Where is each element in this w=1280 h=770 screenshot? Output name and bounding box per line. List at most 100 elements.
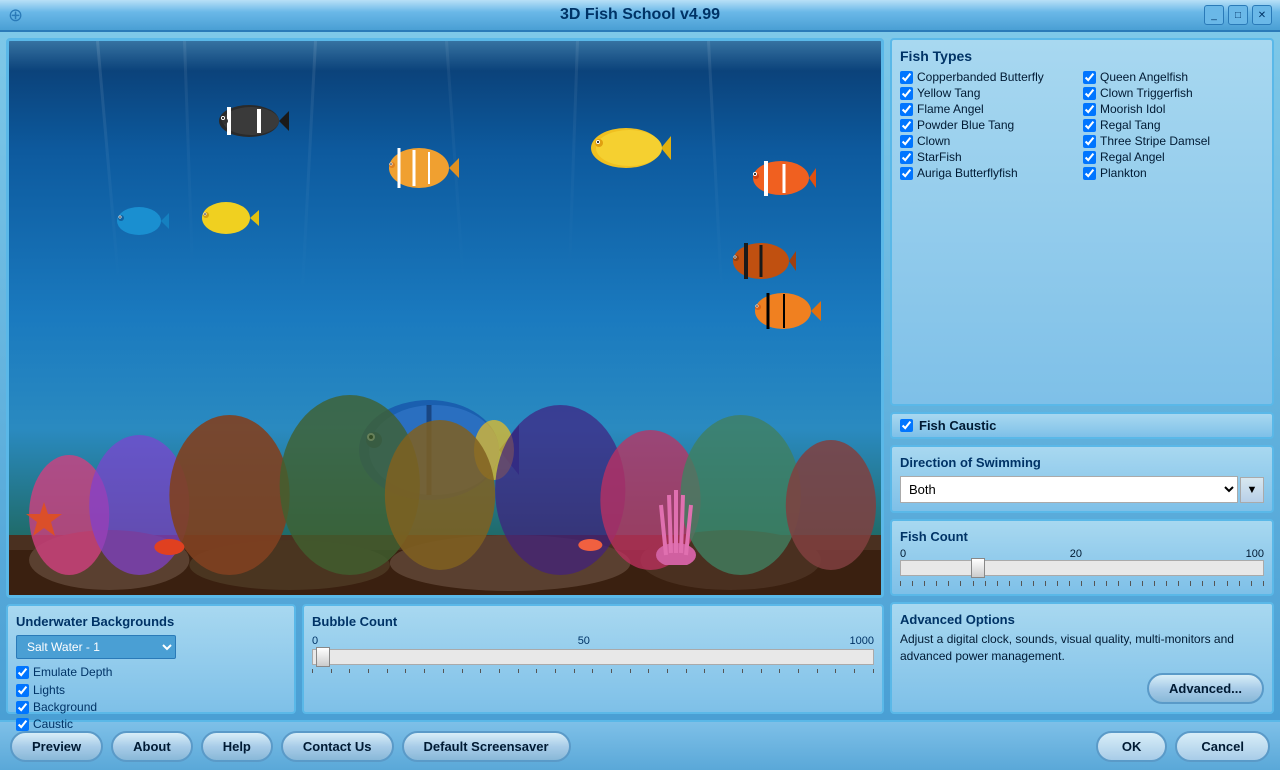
fish-item-starfish: StarFish [900, 150, 1081, 164]
bg-checkboxes: Lights Background Caustic [16, 683, 97, 734]
fish-item-plankton: Plankton [1083, 166, 1264, 180]
fish-flame-checkbox[interactable] [900, 103, 913, 116]
fish-plankton-checkbox[interactable] [1083, 167, 1096, 180]
advanced-btn-container: Advanced... [900, 673, 1264, 704]
right-panel: Fish Types Copperbanded Butterfly Queen … [890, 38, 1274, 714]
fish-item-regal-angel: Regal Angel [1083, 150, 1264, 164]
title-controls[interactable]: _ □ ✕ [1204, 5, 1272, 25]
bubble-count-slider[interactable] [312, 649, 874, 665]
ok-button[interactable]: OK [1096, 731, 1168, 762]
fish-count-title: Fish Count [900, 529, 1264, 544]
anemone [651, 485, 701, 565]
left-content: Underwater Backgrounds Salt Water - 1 Sa… [6, 38, 884, 714]
direction-title: Direction of Swimming [900, 455, 1264, 470]
fish-moorish-label[interactable]: Moorish Idol [1100, 102, 1165, 116]
advanced-description: Adjust a digital clock, sounds, visual q… [900, 631, 1264, 665]
fish-types-title: Fish Types [900, 48, 1264, 64]
background-label[interactable]: Background [33, 700, 97, 714]
backgrounds-dropdown-container: Salt Water - 1 Salt Water - 2 Fresh Wate… [16, 635, 286, 659]
bottom-controls: Underwater Backgrounds Salt Water - 1 Sa… [6, 604, 884, 714]
fish-count-slider[interactable] [900, 560, 1264, 576]
fish-clown-trig-label[interactable]: Clown Triggerfish [1100, 86, 1193, 100]
direction-select[interactable]: Both Left Right [900, 476, 1238, 503]
fish-three-stripe-checkbox[interactable] [1083, 135, 1096, 148]
backgrounds-select[interactable]: Salt Water - 1 Salt Water - 2 Fresh Wate… [16, 635, 176, 659]
fish-item-clown: Clown [900, 134, 1081, 148]
backgrounds-panel: Underwater Backgrounds Salt Water - 1 Sa… [6, 604, 296, 714]
fish-three-stripe-label[interactable]: Three Stripe Damsel [1100, 134, 1210, 148]
maximize-button[interactable]: □ [1228, 5, 1248, 25]
fish-starfish-label[interactable]: StarFish [917, 150, 962, 164]
fish-powder-checkbox[interactable] [900, 119, 913, 132]
fish-mid-right [746, 286, 821, 336]
fish-caustic-label[interactable]: Fish Caustic [919, 418, 996, 433]
aquarium-view [6, 38, 884, 598]
preview-button[interactable]: Preview [10, 731, 103, 762]
fish-plankton-label[interactable]: Plankton [1100, 166, 1147, 180]
fish-regal-angel-label[interactable]: Regal Angel [1100, 150, 1165, 164]
cancel-button[interactable]: Cancel [1175, 731, 1270, 762]
fish-dark-striped [726, 236, 796, 286]
fish-clown-trig-checkbox[interactable] [1083, 87, 1096, 100]
caustic-label[interactable]: Caustic [33, 717, 73, 731]
emulate-depth-row: Emulate Depth [16, 665, 286, 679]
fish-clown2-checkbox[interactable] [900, 135, 913, 148]
app-title: 3D Fish School v4.99 [560, 6, 720, 24]
light-ray [183, 41, 196, 321]
starfish [24, 500, 64, 540]
bottom-right-buttons: OK Cancel [1096, 731, 1270, 762]
fish-clown2-label[interactable]: Clown [917, 134, 950, 148]
default-screensaver-button[interactable]: Default Screensaver [402, 731, 571, 762]
minimize-button[interactable]: _ [1204, 5, 1224, 25]
fish-item-flame-angel: Flame Angel [900, 102, 1081, 116]
fish-item-yellow-tang: Yellow Tang [900, 86, 1081, 100]
fish-regal-tang-label[interactable]: Regal Tang [1100, 118, 1161, 132]
fish-yellow-checkbox[interactable] [900, 87, 913, 100]
lights-checkbox[interactable] [16, 684, 29, 697]
fish-powder-label[interactable]: Powder Blue Tang [917, 118, 1014, 132]
fish-copperbanded-label[interactable]: Copperbanded Butterfly [917, 70, 1044, 84]
fish-regal-angel-checkbox[interactable] [1083, 151, 1096, 164]
fish-starfish-checkbox[interactable] [900, 151, 913, 164]
contact-us-button[interactable]: Contact Us [281, 731, 394, 762]
fish-clown [746, 156, 816, 201]
advanced-button[interactable]: Advanced... [1147, 673, 1264, 704]
fish-list: Copperbanded Butterfly Queen Angelfish Y… [900, 70, 1264, 180]
fish-butterfly-bw [209, 96, 289, 146]
fish-count-ticks [900, 581, 1264, 586]
caustic-checkbox[interactable] [16, 718, 29, 731]
backgrounds-title: Underwater Backgrounds [16, 614, 286, 629]
about-button[interactable]: About [111, 731, 193, 762]
direction-swimming-panel: Direction of Swimming Both Left Right ▼ [890, 445, 1274, 513]
close-button[interactable]: ✕ [1252, 5, 1272, 25]
help-button[interactable]: Help [201, 731, 273, 762]
fish-auriga-label[interactable]: Auriga Butterflyfish [917, 166, 1018, 180]
fish-caustic-checkbox[interactable] [900, 419, 913, 432]
fish-flame-label[interactable]: Flame Angel [917, 102, 984, 116]
fish-item-three-stripe: Three Stripe Damsel [1083, 134, 1264, 148]
direction-dropdown-arrow[interactable]: ▼ [1240, 477, 1264, 503]
lights-label[interactable]: Lights [33, 683, 65, 697]
fish-regal-tang-checkbox[interactable] [1083, 119, 1096, 132]
fish-striped [379, 141, 459, 196]
bottom-left-buttons: Preview About Help Contact Us Default Sc… [10, 731, 571, 762]
fish-yellow-label[interactable]: Yellow Tang [917, 86, 980, 100]
bubble-count-panel: Bubble Count 0 50 1000 [302, 604, 884, 714]
fish-queen-checkbox[interactable] [1083, 71, 1096, 84]
main-area: Underwater Backgrounds Salt Water - 1 Sa… [0, 32, 1280, 720]
title-bar: ⊕ 3D Fish School v4.99 _ □ ✕ [0, 0, 1280, 32]
fish-yellow-small [194, 196, 259, 241]
fish-item-copperbanded: Copperbanded Butterfly [900, 70, 1081, 84]
title-icon-left: ⊕ [8, 5, 23, 26]
fish-auriga-checkbox[interactable] [900, 167, 913, 180]
emulate-depth-checkbox[interactable] [16, 666, 29, 679]
fish-item-powder-blue: Powder Blue Tang [900, 118, 1081, 132]
light-ray [96, 41, 125, 340]
fish-moorish-checkbox[interactable] [1083, 103, 1096, 116]
advanced-title: Advanced Options [900, 612, 1264, 627]
emulate-depth-label[interactable]: Emulate Depth [33, 665, 112, 679]
background-checkbox[interactable] [16, 701, 29, 714]
direction-select-container: Both Left Right ▼ [900, 476, 1264, 503]
fish-queen-label[interactable]: Queen Angelfish [1100, 70, 1188, 84]
fish-copperbanded-checkbox[interactable] [900, 71, 913, 84]
